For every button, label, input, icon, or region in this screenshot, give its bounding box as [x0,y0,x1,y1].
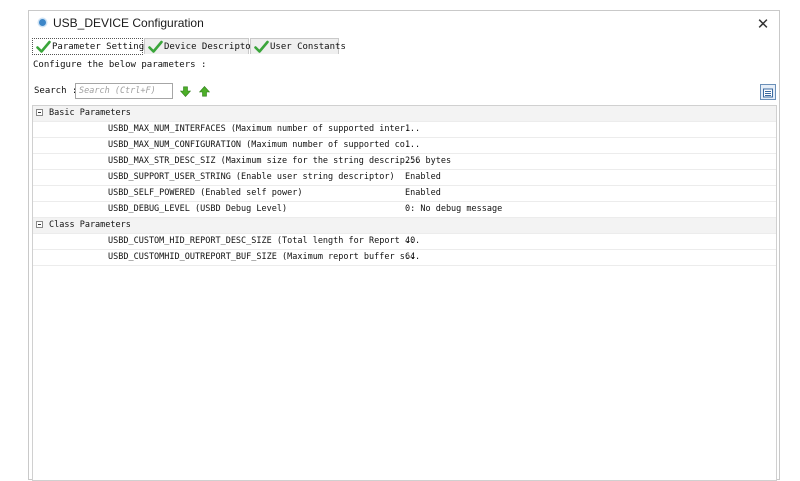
table-row[interactable]: USBD_CUSTOM_HID_REPORT_DESC_SIZE (Total … [33,234,776,250]
group-row-basic-parameters[interactable]: Basic Parameters [33,106,776,122]
check-icon [254,40,269,53]
config-window: USB_DEVICE Configuration ✕ Parameter Set… [28,10,780,481]
close-button[interactable]: ✕ [753,14,773,34]
table-row[interactable]: USBD_MAX_NUM_CONFIGURATION (Maximum numb… [33,138,776,154]
param-name: USBD_MAX_STR_DESC_SIZ (Maximum size for … [108,156,421,166]
arrow-up-icon[interactable] [199,86,210,97]
table-row[interactable]: USBD_SELF_POWERED (Enabled self power) E… [33,186,776,202]
group-label: Basic Parameters [49,108,131,118]
param-value[interactable]: Enabled [405,170,441,185]
table-row[interactable]: USBD_DEBUG_LEVEL (USBD Debug Level) 0: N… [33,202,776,218]
list-view-icon [763,88,773,98]
tab-label: User Constants [270,42,346,52]
title-bar: USB_DEVICE Configuration ✕ [29,11,779,37]
search-label: Search : [34,86,78,96]
param-value[interactable]: Enabled [405,186,441,201]
list-view-button[interactable] [760,84,776,100]
table-row[interactable]: USBD_CUSTOMHID_OUTREPORT_BUF_SIZE (Maxim… [33,250,776,266]
tab-parameter-settings[interactable]: Parameter Settings [32,38,150,55]
param-name: USBD_DEBUG_LEVEL (USBD Debug Level) [108,204,288,214]
param-value[interactable]: 0: No debug message [405,202,502,217]
group-label: Class Parameters [49,220,131,230]
param-name: USBD_SELF_POWERED (Enabled self power) [108,188,303,198]
group-row-class-parameters[interactable]: Class Parameters [33,218,776,234]
window-title: USB_DEVICE Configuration [53,16,204,30]
check-icon [148,40,163,53]
table-row[interactable]: USBD_MAX_STR_DESC_SIZ (Maximum size for … [33,154,776,170]
parameter-grid: Basic Parameters USBD_MAX_NUM_INTERFACES… [32,105,777,481]
param-value[interactable]: 40 [405,234,415,249]
tab-label: Device Descriptor [164,42,257,52]
app-icon [39,19,46,26]
param-value[interactable]: 256 bytes [405,154,451,169]
collapse-toggle-icon[interactable] [36,221,43,228]
description-text: Configure the below parameters : [33,60,207,70]
param-name: USBD_MAX_NUM_CONFIGURATION (Maximum numb… [108,140,421,150]
param-value[interactable]: 1 [405,122,410,137]
table-row[interactable]: USBD_MAX_NUM_INTERFACES (Maximum number … [33,122,776,138]
param-value[interactable]: 64 [405,250,415,265]
tab-label: Parameter Settings [52,42,150,52]
arrow-down-icon[interactable] [180,86,191,97]
search-input[interactable] [75,83,173,99]
tab-user-constants[interactable]: User Constants [250,38,346,54]
param-name: USBD_CUSTOM_HID_REPORT_DESC_SIZE (Total … [108,236,421,246]
param-name: USBD_SUPPORT_USER_STRING (Enable user st… [108,172,395,182]
check-icon [36,40,51,53]
param-name: USBD_CUSTOMHID_OUTREPORT_BUF_SIZE (Maxim… [108,252,421,262]
param-name: USBD_MAX_NUM_INTERFACES (Maximum number … [108,124,421,134]
collapse-toggle-icon[interactable] [36,109,43,116]
table-row[interactable]: USBD_SUPPORT_USER_STRING (Enable user st… [33,170,776,186]
tab-device-descriptor[interactable]: Device Descriptor [144,38,256,54]
param-value[interactable]: 1 [405,138,410,153]
